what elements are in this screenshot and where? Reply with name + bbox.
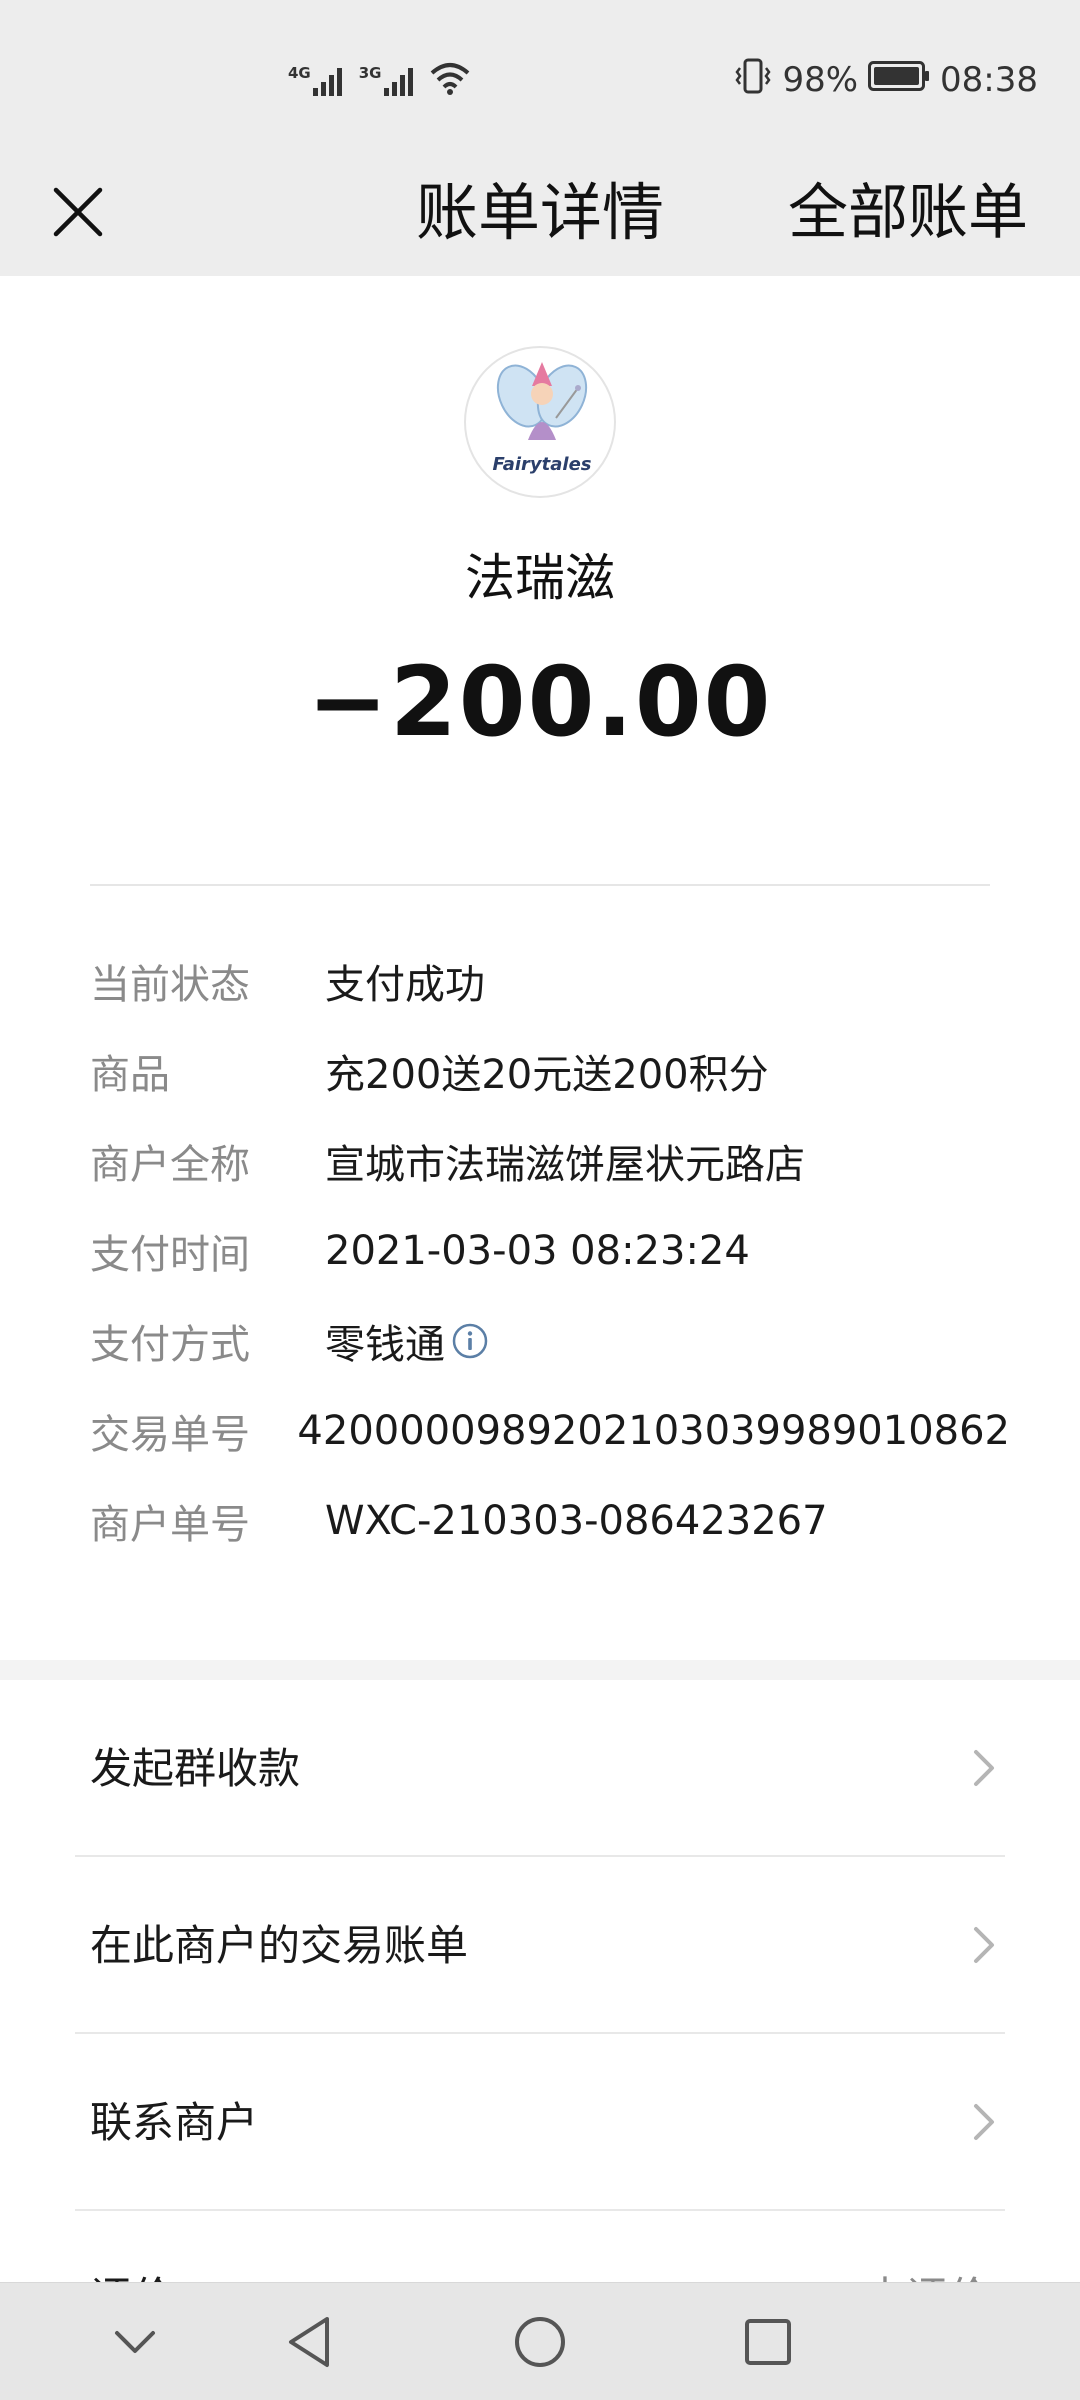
hide-keyboard-button[interactable] <box>100 2307 170 2377</box>
detail-label: 商户全称 <box>90 1142 250 1188</box>
detail-row-merchant-fullname: 商户全称 宣城市法瑞滋饼屋状元路店 <box>90 1116 1010 1206</box>
action-menu: 发起群收款 在此商户的交易账单 联系商户 <box>0 1680 1080 2211</box>
battery-icon <box>868 60 930 100</box>
chevron-right-icon <box>974 1750 994 1786</box>
section-gap <box>0 1660 1080 1680</box>
network-type-1: 4G <box>288 64 311 82</box>
detail-label: 商户单号 <box>90 1502 250 1548</box>
home-circle-icon <box>515 2317 565 2367</box>
menu-item-merchant-bills[interactable]: 在此商户的交易账单 <box>0 1857 1080 2034</box>
nav-bar: 账单详情 全部账单 <box>0 150 1080 276</box>
bill-header: Fairytales 法瑞滋 −200.00 <box>0 276 1080 886</box>
detail-label: 商品 <box>90 1052 170 1098</box>
chevron-down-icon <box>115 2331 155 2353</box>
detail-label: 交易单号 <box>90 1412 250 1458</box>
status-right: 98% 08:38 <box>734 56 1038 104</box>
menu-item-review[interactable]: 评价 去评价 <box>0 2212 1080 2282</box>
back-triangle-icon <box>289 2317 329 2367</box>
wifi-icon <box>430 61 470 99</box>
signal-icon: 4G <box>288 64 347 96</box>
detail-value: WXC-210303-086423267 <box>325 1498 828 1544</box>
menu-item-label: 联系商户 <box>90 2098 259 2147</box>
amount: −200.00 <box>307 646 773 758</box>
detail-row-transaction-id: 交易单号 4200000989202103039989010862 <box>90 1386 1010 1476</box>
bill-details: 当前状态 支付成功 商品 充200送20元送200积分 商户全称 宣城市法瑞滋饼… <box>90 936 1010 1566</box>
battery-percent: 98% <box>782 60 859 100</box>
menu-item-contact-merchant[interactable]: 联系商户 <box>0 2034 1080 2211</box>
menu-divider <box>75 2209 1005 2211</box>
detail-value: 充200送20元送200积分 <box>325 1052 769 1098</box>
detail-value-wrap: 零钱通 <box>325 1312 489 1370</box>
close-button[interactable] <box>36 170 120 254</box>
signal-icon-2: 3G <box>359 64 418 96</box>
detail-label: 支付方式 <box>90 1322 250 1368</box>
detail-row-merchant-order-id: 商户单号 WXC-210303-086423267 <box>90 1476 1010 1566</box>
detail-row-status: 当前状态 支付成功 <box>90 936 1010 1026</box>
chevron-right-icon <box>974 1927 994 1963</box>
merchant-logo: Fairytales <box>464 346 616 498</box>
detail-value: 2021-03-03 08:23:24 <box>325 1228 750 1274</box>
detail-row-pay-time: 支付时间 2021-03-03 08:23:24 <box>90 1206 1010 1296</box>
vibrate-icon <box>734 58 772 103</box>
review-value: 去评价 <box>864 2264 990 2282</box>
detail-value: 支付成功 <box>325 962 485 1008</box>
close-icon <box>53 187 103 237</box>
detail-label: 支付时间 <box>90 1232 250 1278</box>
recents-button[interactable] <box>733 2307 803 2377</box>
chevron-right-icon <box>974 2104 994 2140</box>
menu-item-group-collect[interactable]: 发起群收款 <box>0 1680 1080 1857</box>
network-indicators: 4G 3G <box>288 60 470 100</box>
network-type-2: 3G <box>358 64 382 82</box>
menu-item-label: 发起群收款 <box>90 1744 301 1793</box>
recents-square-icon <box>745 2319 791 2365</box>
clock: 08:38 <box>940 60 1038 100</box>
detail-label: 当前状态 <box>90 962 250 1008</box>
system-nav-bar <box>0 2282 1080 2400</box>
all-bills-link[interactable]: 全部账单 <box>788 150 1028 276</box>
detail-row-product: 商品 充200送20元送200积分 <box>90 1026 1010 1116</box>
info-icon[interactable] <box>451 1322 489 1360</box>
detail-row-pay-method: 支付方式 零钱通 <box>90 1296 1010 1386</box>
menu-item-label: 在此商户的交易账单 <box>90 1921 469 1970</box>
home-button[interactable] <box>505 2307 575 2377</box>
logo-text: Fairytales <box>493 454 592 475</box>
review-label: 评价 <box>90 2264 174 2282</box>
back-button[interactable] <box>274 2307 344 2377</box>
status-bar: 4G 3G 98% 08:38 <box>0 0 1080 150</box>
header-divider <box>90 884 990 886</box>
detail-value: 宣城市法瑞滋饼屋状元路店 <box>325 1142 805 1188</box>
detail-value: 零钱通 <box>325 1322 445 1368</box>
detail-value: 4200000989202103039989010862 <box>297 1408 1010 1454</box>
merchant-name: 法瑞滋 <box>465 549 615 607</box>
